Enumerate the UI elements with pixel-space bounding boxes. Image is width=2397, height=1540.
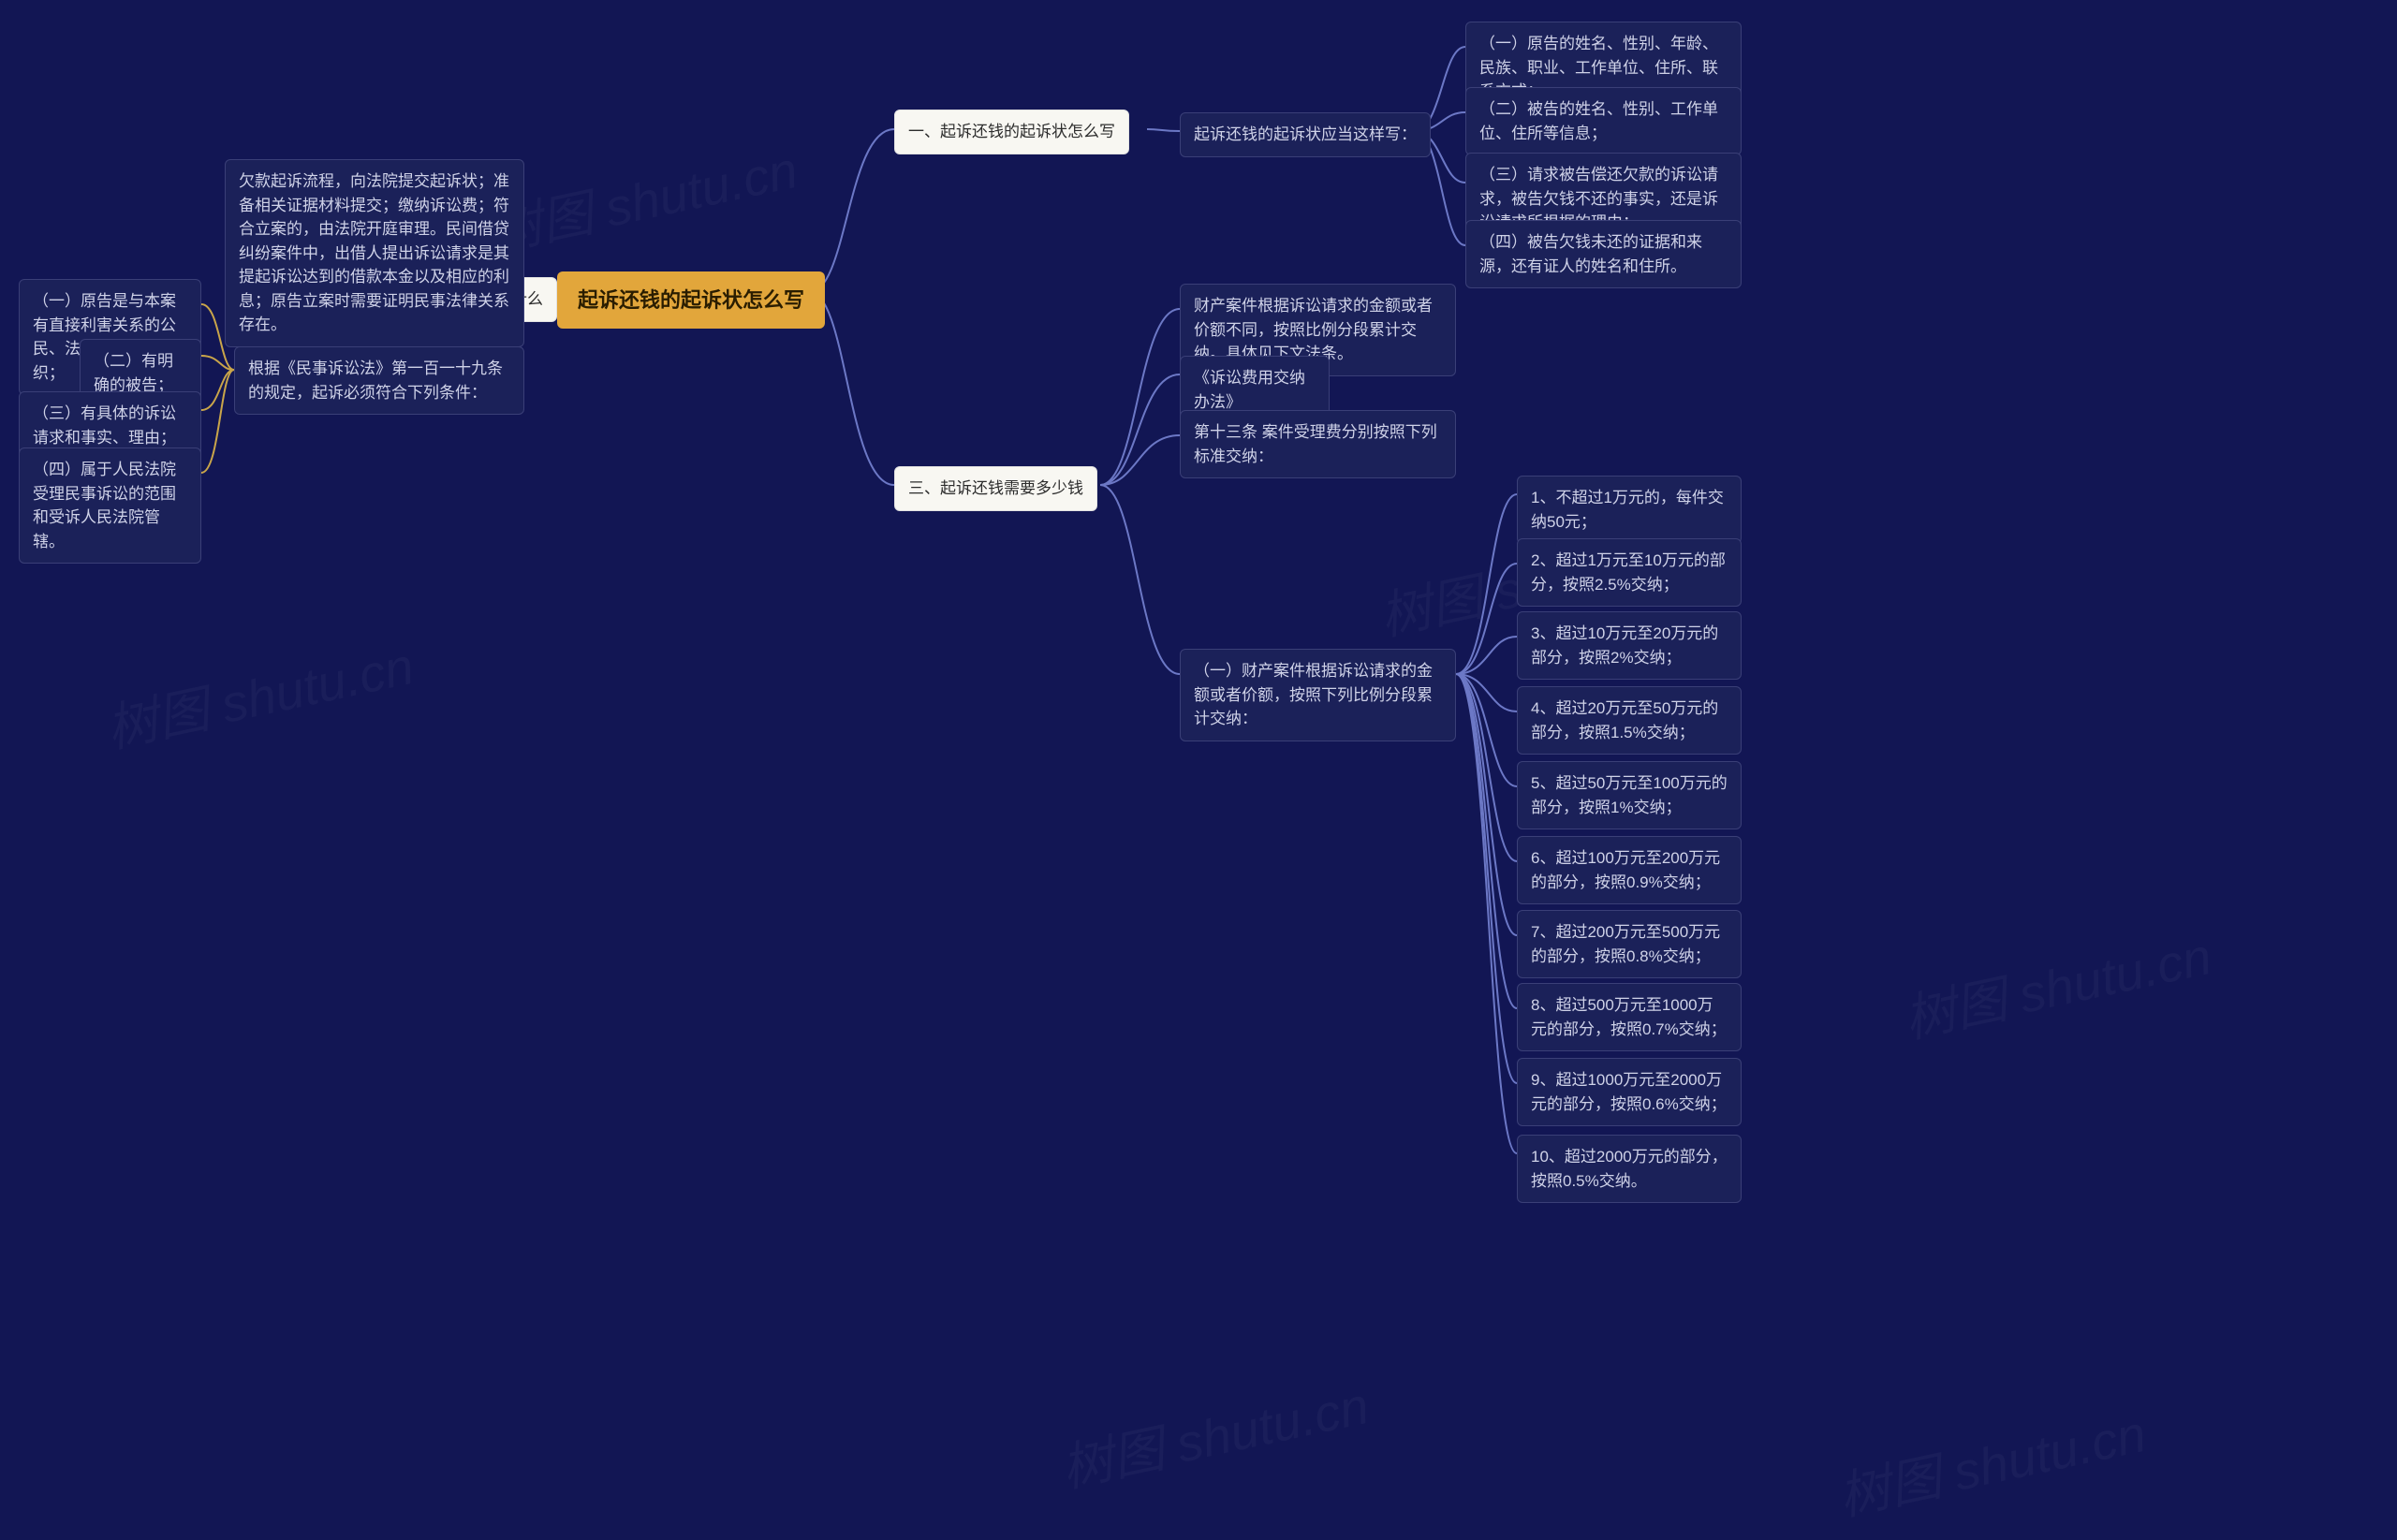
watermark: 树图 shutu.cn (1053, 1363, 1375, 1502)
center-node[interactable]: 起诉还钱的起诉状怎么写 (557, 271, 825, 329)
branch2-block-a[interactable]: 欠款起诉流程，向法院提交起诉状；准备相关证据材料提交；缴纳诉讼费；符合立案的，由… (225, 159, 524, 347)
branch1-item-3[interactable]: （四）被告欠钱未还的证据和来源，还有证人的姓名和住所。 (1465, 220, 1742, 288)
watermark: 树图 shutu.cn (1896, 914, 2217, 1052)
branch3-fee-5[interactable]: 6、超过100万元至200万元的部分，按照0.9%交纳； (1517, 836, 1742, 904)
watermark: 树图 shutu.cn (482, 127, 803, 266)
branch3-fee-9[interactable]: 10、超过2000万元的部分，按照0.5%交纳。 (1517, 1135, 1742, 1203)
branch3-fee-1[interactable]: 2、超过1万元至10万元的部分，按照2.5%交纳； (1517, 538, 1742, 607)
branch3-fee-8[interactable]: 9、超过1000万元至2000万元的部分，按照0.6%交纳； (1517, 1058, 1742, 1126)
branch3-intro-d[interactable]: （一）财产案件根据诉讼请求的金额或者价额，按照下列比例分段累计交纳： (1180, 649, 1456, 741)
branch1-node[interactable]: 一、起诉还钱的起诉状怎么写 (894, 110, 1129, 154)
branch2-block-b[interactable]: 根据《民事诉讼法》第一百一十九条的规定，起诉必须符合下列条件： (234, 346, 524, 415)
branch1-sub[interactable]: 起诉还钱的起诉状应当这样写： (1180, 112, 1431, 157)
branch3-fee-4[interactable]: 5、超过50万元至100万元的部分，按照1%交纳； (1517, 761, 1742, 829)
branch3-fee-3[interactable]: 4、超过20万元至50万元的部分，按照1.5%交纳； (1517, 686, 1742, 755)
branch3-fee-6[interactable]: 7、超过200万元至500万元的部分，按照0.8%交纳； (1517, 910, 1742, 978)
watermark: 树图 shutu.cn (1831, 1391, 2152, 1530)
branch3-fee-7[interactable]: 8、超过500万元至1000万元的部分，按照0.7%交纳； (1517, 983, 1742, 1051)
branch3-fee-0[interactable]: 1、不超过1万元的，每件交纳50元； (1517, 476, 1742, 544)
branch3-intro-c[interactable]: 第十三条 案件受理费分别按照下列标准交纳： (1180, 410, 1456, 478)
branch3-fee-2[interactable]: 3、超过10万元至20万元的部分，按照2%交纳； (1517, 611, 1742, 680)
branch1-item-1[interactable]: （二）被告的姓名、性别、工作单位、住所等信息； (1465, 87, 1742, 155)
watermark: 树图 shutu.cn (98, 623, 419, 762)
branch2-cond-3[interactable]: （四）属于人民法院受理民事诉讼的范围和受诉人民法院管辖。 (19, 447, 201, 564)
branch3-node[interactable]: 三、起诉还钱需要多少钱 (894, 466, 1097, 511)
